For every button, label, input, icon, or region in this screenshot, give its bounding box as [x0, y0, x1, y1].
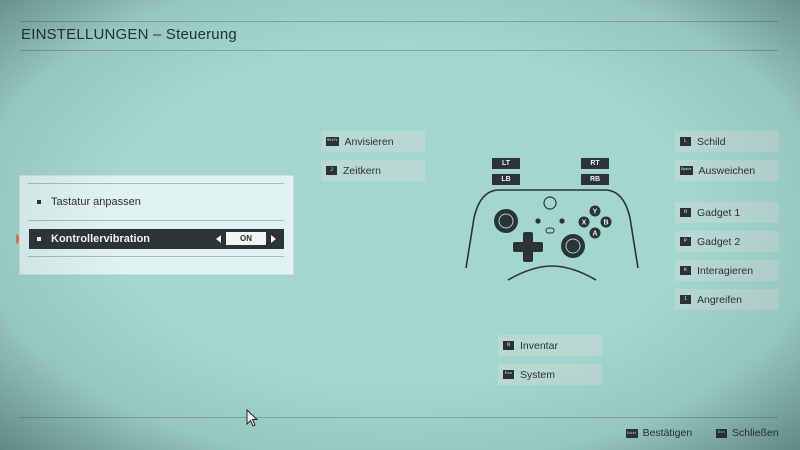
close-label: Schließen	[732, 427, 779, 439]
key-badge: Shift	[326, 137, 339, 146]
panel-divider	[28, 220, 284, 221]
binding-label: Schild	[697, 135, 726, 148]
option-label: Kontrollervibration	[51, 233, 151, 245]
y-button-label: Y	[593, 209, 598, 216]
panel-divider	[28, 183, 284, 184]
key-badge: N	[503, 341, 514, 350]
vibration-value: ON	[226, 232, 266, 245]
binding-label: Angreifen	[697, 293, 742, 306]
confirm-button[interactable]: Enter Bestätigen	[626, 427, 692, 439]
bullet-icon	[37, 200, 41, 204]
key-badge: O	[680, 208, 691, 217]
binding-label: Interagieren	[697, 264, 754, 277]
esc-key-icon: Esc	[716, 428, 727, 438]
rt-trigger-label: RT	[581, 158, 609, 169]
binding-gadget-2[interactable]: P Gadget 2	[675, 231, 779, 252]
page-title: EINSTELLUNGEN – Steuerung	[21, 26, 237, 43]
binding-label: Gadget 2	[697, 235, 741, 248]
key-badge: J	[326, 166, 337, 175]
binding-time-core[interactable]: J Zeitkern	[321, 160, 425, 181]
arrow-left-icon[interactable]	[216, 234, 221, 243]
key-badge: I	[680, 295, 691, 304]
close-button[interactable]: Esc Schließen	[716, 427, 779, 439]
key-badge: Space	[680, 166, 693, 175]
binding-attack[interactable]: I Angreifen	[675, 289, 779, 310]
options-panel: Tastatur anpassen Kontrollervibration ON	[20, 176, 293, 274]
binding-label: Zeitkern	[343, 164, 381, 177]
option-label: Tastatur anpassen	[51, 196, 141, 208]
option-keyboard-customize[interactable]: Tastatur anpassen	[29, 192, 284, 212]
a-button-label: A	[592, 231, 597, 238]
key-badge: K	[680, 266, 691, 275]
panel-divider	[28, 256, 284, 257]
arrow-right-icon[interactable]	[271, 234, 276, 243]
b-button-label: B	[603, 220, 608, 227]
key-badge: P	[680, 237, 691, 246]
x-button-label: X	[582, 220, 587, 227]
binding-interact[interactable]: K Interagieren	[675, 260, 779, 281]
option-controller-vibration[interactable]: Kontrollervibration ON	[29, 229, 284, 249]
rb-bumper-label: RB	[581, 174, 609, 185]
key-badge: Esc	[503, 370, 514, 379]
binding-dodge[interactable]: Space Ausweichen	[675, 160, 779, 181]
vibration-toggle[interactable]: ON	[216, 232, 276, 245]
lt-trigger-label: LT	[492, 158, 520, 169]
bullet-icon	[37, 237, 41, 241]
confirm-label: Bestätigen	[642, 427, 693, 439]
face-buttons-icon: Y X B A	[578, 205, 612, 239]
binding-inventory[interactable]: N Inventar	[498, 335, 602, 356]
key-badge: L	[680, 137, 691, 146]
binding-aim[interactable]: Shift Anvisieren	[321, 131, 425, 152]
binding-gadget-1[interactable]: O Gadget 1	[675, 202, 779, 223]
title-divider	[20, 50, 778, 51]
binding-shield[interactable]: L Schild	[675, 131, 779, 152]
controller-icon	[465, 189, 639, 281]
lb-bumper-label: LB	[492, 174, 520, 185]
binding-label: System	[520, 368, 556, 381]
top-divider	[20, 21, 778, 22]
mouse-cursor-icon	[246, 409, 259, 427]
binding-label: Gadget 1	[697, 206, 741, 219]
enter-key-icon: Enter	[626, 428, 638, 438]
binding-label: Inventar	[520, 339, 558, 352]
binding-label: Anvisieren	[344, 135, 394, 148]
binding-system[interactable]: Esc System	[498, 364, 602, 385]
binding-label: Ausweichen	[698, 164, 756, 177]
footer-divider	[20, 417, 778, 418]
